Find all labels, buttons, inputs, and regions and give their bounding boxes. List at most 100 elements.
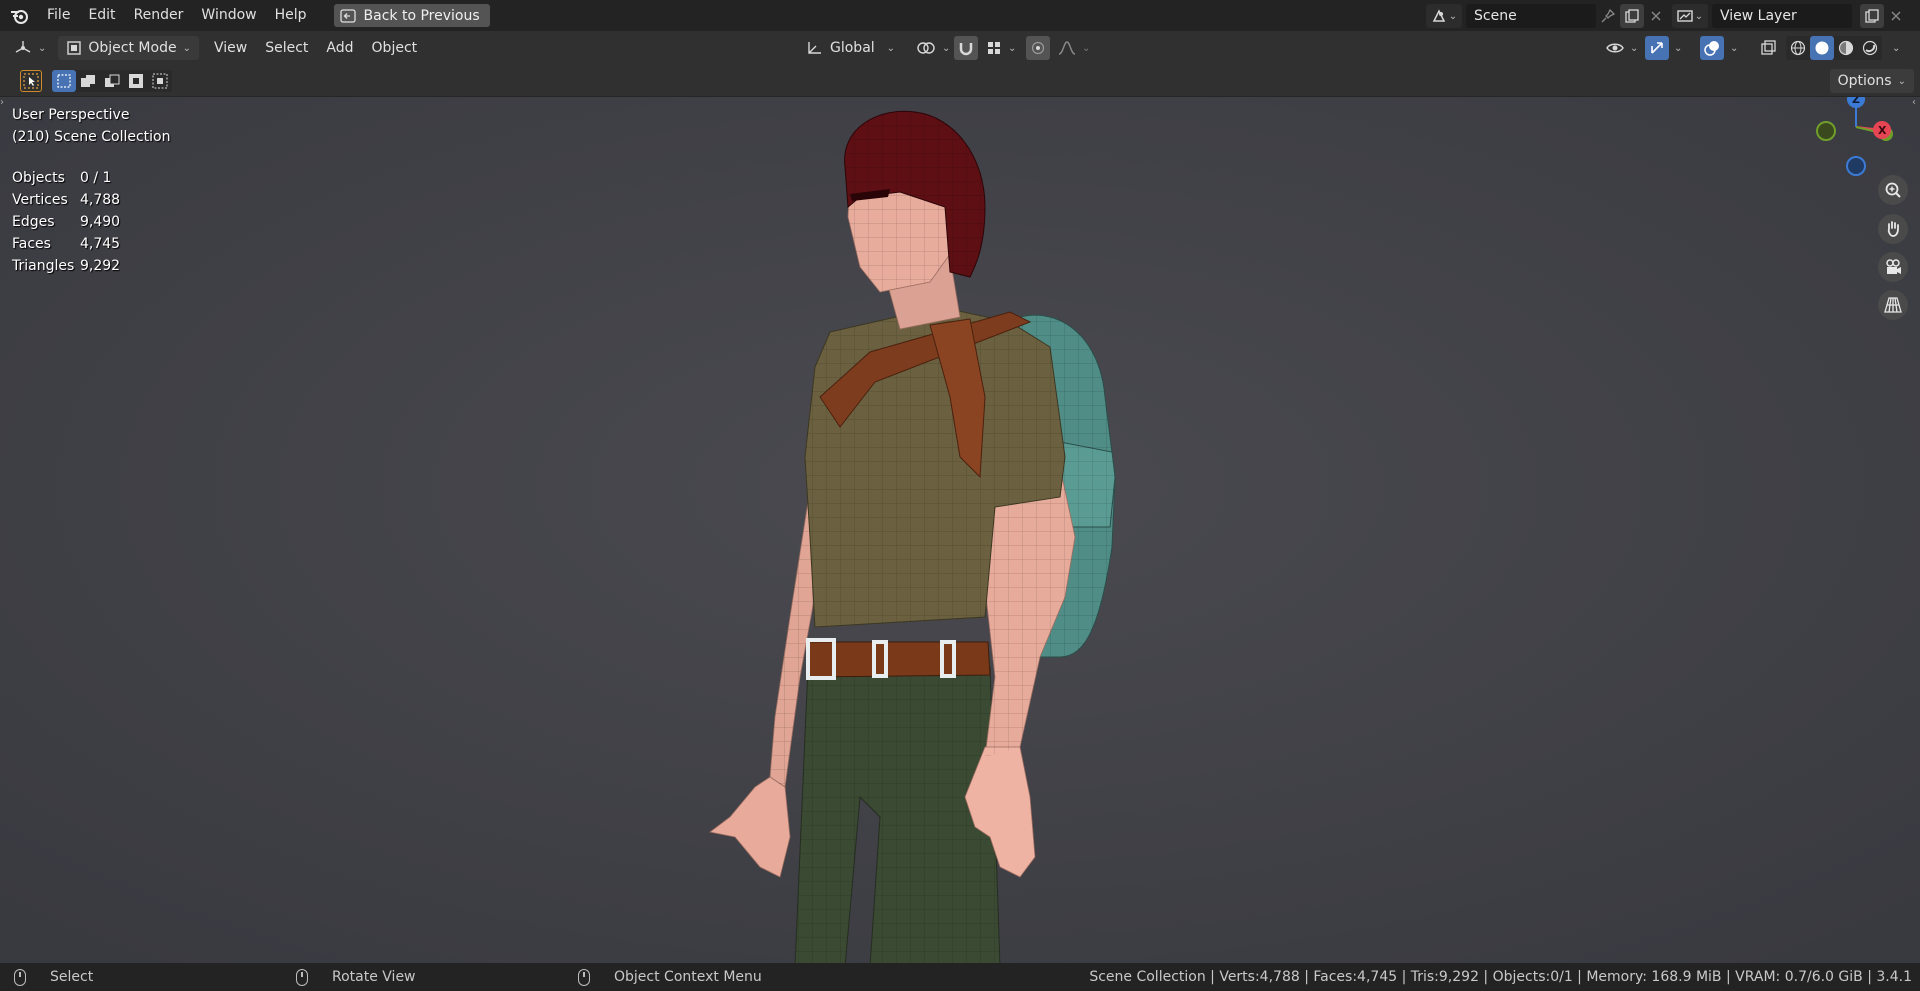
pivot-point-dropdown[interactable]: ⌄ bbox=[910, 36, 956, 60]
object-mode-dropdown[interactable]: Object Mode ⌄ bbox=[58, 36, 199, 60]
view-layer-icon bbox=[1677, 10, 1693, 22]
material-preview-button[interactable] bbox=[1834, 36, 1858, 60]
gizmo-x-label: X bbox=[1878, 124, 1887, 137]
viewport-header: ⌄ Object Mode ⌄ View Select Add Object G… bbox=[0, 31, 1920, 65]
gizmo-neg-y-axis[interactable] bbox=[1816, 121, 1836, 141]
options-label: Options bbox=[1837, 73, 1892, 89]
gizmo-neg-z-axis[interactable] bbox=[1846, 156, 1866, 176]
falloff-curve-icon bbox=[1058, 41, 1076, 55]
header-menu-select[interactable]: Select bbox=[256, 36, 317, 60]
invert-selection-button[interactable] bbox=[124, 70, 148, 92]
set-selection-button[interactable] bbox=[52, 70, 76, 92]
back-to-previous-button[interactable]: Back to Previous bbox=[333, 4, 490, 27]
pan-button[interactable] bbox=[1878, 214, 1908, 244]
collection-label: (210) Scene Collection bbox=[12, 129, 171, 145]
back-to-previous-label: Back to Previous bbox=[363, 7, 480, 24]
proportional-editing-toggle[interactable] bbox=[1026, 36, 1050, 60]
overlays-icon bbox=[1704, 41, 1719, 56]
snap-target-dropdown[interactable]: ⌄ bbox=[980, 36, 1022, 60]
gizmo-z-label: Z bbox=[1852, 97, 1860, 106]
gizmo-toggle[interactable] bbox=[1645, 36, 1669, 60]
mouse-right-icon bbox=[578, 968, 590, 986]
view-layer-name-field[interactable]: View Layer bbox=[1712, 4, 1852, 28]
pivot-icon bbox=[917, 42, 935, 54]
new-view-layer-icon[interactable] bbox=[1860, 4, 1884, 28]
scene-name: Scene bbox=[1474, 8, 1517, 24]
belt bbox=[806, 638, 991, 680]
scene-browse-dropdown[interactable]: ⌄ bbox=[1426, 4, 1462, 28]
menu-help[interactable]: Help bbox=[266, 0, 316, 31]
pin-scene-icon[interactable] bbox=[1596, 4, 1620, 28]
snap-toggle[interactable] bbox=[954, 36, 978, 60]
rendered-shading-button[interactable] bbox=[1858, 36, 1882, 60]
delete-scene-icon[interactable] bbox=[1644, 4, 1668, 28]
scene-name-field[interactable]: Scene bbox=[1466, 4, 1596, 28]
menu-file[interactable]: File bbox=[38, 0, 79, 31]
menu-render[interactable]: Render bbox=[125, 0, 193, 31]
top-menu-bar: File Edit Render Window Help Back to Pre… bbox=[0, 0, 1920, 31]
view-layer-name: View Layer bbox=[1720, 8, 1797, 24]
sidebar-expand-arrow-icon[interactable]: ‹ bbox=[1912, 97, 1920, 113]
shading-dropdown[interactable]: ⌄ bbox=[1888, 36, 1904, 60]
snap-grid-icon bbox=[988, 42, 1000, 54]
overlays-dropdown[interactable]: ⌄ bbox=[1726, 36, 1742, 60]
object-mode-label: Object Mode bbox=[88, 40, 177, 56]
header-menu-object[interactable]: Object bbox=[363, 36, 427, 60]
view-perspective-label: User Perspective bbox=[12, 107, 130, 123]
hand-icon bbox=[1887, 221, 1899, 237]
select-box-tool-icon[interactable] bbox=[20, 70, 42, 92]
shading-mode-group bbox=[1786, 36, 1882, 60]
zoom-button[interactable] bbox=[1878, 175, 1908, 205]
delete-view-layer-icon[interactable] bbox=[1884, 4, 1908, 28]
subtract-selection-icon bbox=[105, 74, 120, 87]
scene-icon bbox=[1432, 9, 1446, 22]
object-mode-icon bbox=[67, 41, 82, 55]
header-menu-add[interactable]: Add bbox=[317, 36, 362, 60]
solid-shading-button[interactable] bbox=[1810, 36, 1834, 60]
stat-row-vertices: Vertices 4,788 bbox=[12, 192, 121, 208]
transform-orientation-dropdown[interactable]: Global ⌄ bbox=[800, 36, 901, 60]
selection-mode-group bbox=[52, 70, 172, 92]
grid-perspective-icon bbox=[1884, 297, 1902, 313]
overlays-toggle[interactable] bbox=[1700, 36, 1724, 60]
status-scene-info: Scene Collection | Verts:4,788 | Faces:4… bbox=[1089, 969, 1912, 985]
extend-selection-icon bbox=[81, 75, 95, 87]
orientation-label: Global bbox=[830, 40, 875, 56]
magnet-icon bbox=[959, 43, 973, 56]
back-icon bbox=[339, 8, 356, 23]
view-layer-browse-dropdown[interactable]: ⌄ bbox=[1672, 4, 1708, 28]
scene-statistics: Objects 0 / 1 Vertices 4,788 Edges 9,490 Fa… bbox=[12, 167, 120, 277]
scene-selector: ⌄ Scene bbox=[1426, 4, 1668, 28]
wireframe-shading-button[interactable] bbox=[1786, 36, 1810, 60]
wireframe-sphere-icon bbox=[1790, 40, 1806, 56]
3d-viewport[interactable]: User Perspective (210) Scene Collection … bbox=[0, 97, 1920, 963]
camera-view-button[interactable] bbox=[1878, 252, 1908, 282]
toolbar-expand-arrow-icon[interactable]: › bbox=[0, 97, 8, 113]
stat-row-triangles: Triangles 9,292 bbox=[12, 258, 121, 274]
menu-window[interactable]: Window bbox=[192, 0, 265, 31]
extend-selection-button[interactable] bbox=[76, 70, 100, 92]
status-middle-click-hint: Rotate View bbox=[296, 963, 416, 991]
menu-edit[interactable]: Edit bbox=[79, 0, 124, 31]
visibility-dropdown[interactable]: ⌄ bbox=[1600, 36, 1644, 60]
gizmo-dropdown[interactable]: ⌄ bbox=[1670, 36, 1686, 60]
perspective-toggle-button[interactable] bbox=[1878, 290, 1908, 320]
proportional-editing-icon bbox=[1031, 41, 1045, 55]
xray-toggle[interactable] bbox=[1756, 36, 1780, 60]
status-right-click-hint: Object Context Menu bbox=[578, 963, 762, 991]
subtract-selection-button[interactable] bbox=[100, 70, 124, 92]
xray-icon bbox=[1761, 40, 1776, 55]
orientation-icon bbox=[808, 42, 821, 54]
blender-logo-icon[interactable] bbox=[0, 0, 38, 31]
camera-icon bbox=[1886, 259, 1901, 274]
falloff-dropdown[interactable]: ⌄ bbox=[1052, 36, 1096, 60]
editor-type-dropdown[interactable]: ⌄ bbox=[8, 36, 52, 60]
options-dropdown[interactable]: Options ⌄ bbox=[1829, 69, 1914, 93]
intersect-selection-icon bbox=[152, 73, 168, 89]
header-menu-view[interactable]: View bbox=[205, 36, 256, 60]
rendered-sphere-icon bbox=[1862, 40, 1878, 56]
new-scene-icon[interactable] bbox=[1620, 4, 1644, 28]
eye-icon bbox=[1606, 43, 1624, 53]
intersect-selection-button[interactable] bbox=[148, 70, 172, 92]
character-model[interactable] bbox=[0, 97, 1920, 963]
